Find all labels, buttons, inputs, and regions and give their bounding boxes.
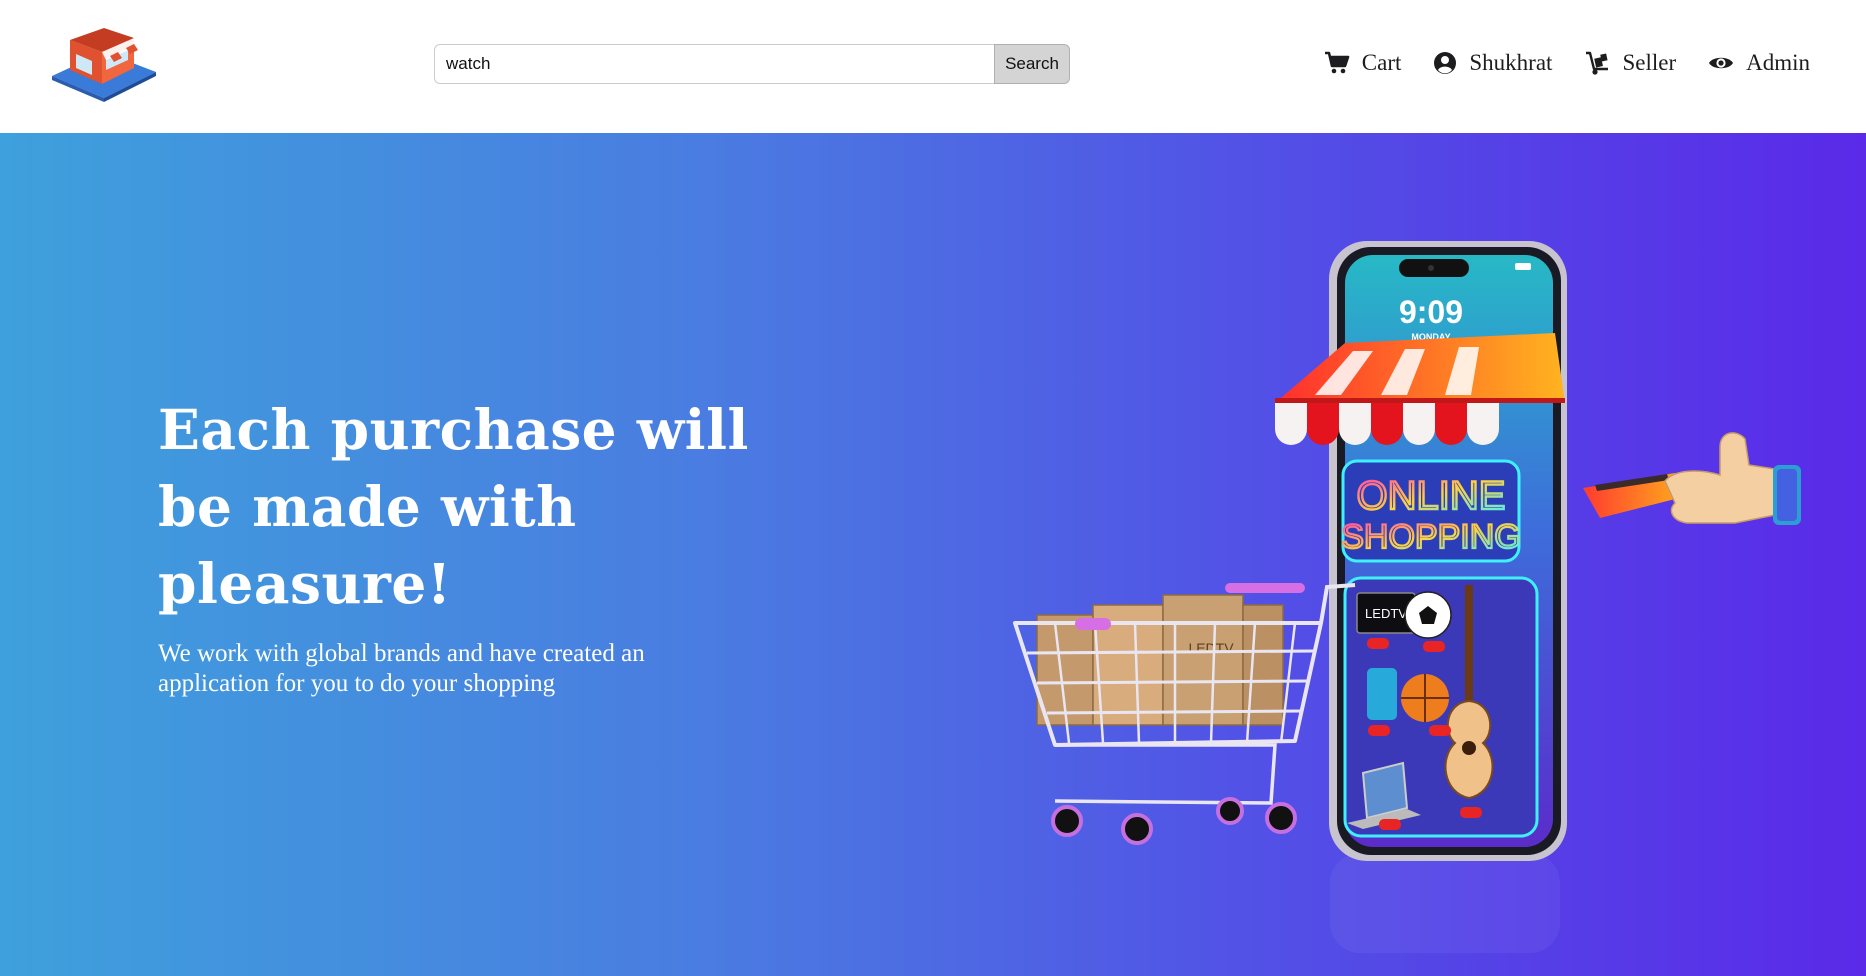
hero-headline: Each purchase will be made with pleasure… [158,397,749,616]
laptop-product [1361,761,1409,820]
product-shelf: LEDTV [1343,576,1539,838]
search-form: Search [434,44,1070,84]
user-circle-icon [1433,51,1457,75]
nav-seller-label: Seller [1622,50,1677,75]
shopping-cart-icon [1324,51,1350,75]
main-nav: Cart Shukhrat Seller Admin [1324,48,1810,78]
search-input[interactable] [434,44,994,84]
nav-seller-link[interactable]: Seller [1584,48,1676,78]
nav-admin-label: Admin [1746,50,1810,75]
neon-sign-line2: SHOPPING [1341,518,1520,556]
phone-reflection [1330,853,1560,953]
nav-cart-label: Cart [1361,50,1402,75]
cart-box-label: LEDTV [1188,640,1234,656]
top-navbar: Search Cart Shukhrat [0,0,1866,133]
online-shopping-neon-sign: ONLINE SHOPPING [1340,459,1522,563]
search-button[interactable]: Search [994,44,1070,84]
hero-banner: Each purchase will be made with pleasure… [0,133,1866,976]
nav-cart-link[interactable]: Cart [1324,48,1402,78]
nav-user-link[interactable]: Shukhrat [1433,48,1552,78]
shopping-bag-product [1367,668,1397,720]
led-tv-label: LEDTV [1365,606,1407,621]
shopping-cart-illustration: LEDTV [1013,583,1356,845]
guitar-product [1465,585,1473,705]
nav-user-label: Shukhrat [1469,50,1553,75]
hero-subtext: We work with global brands and have crea… [158,640,645,697]
store-logo-icon[interactable] [48,24,160,104]
hand-truck-boxes-icon [1584,50,1610,76]
nav-admin-link[interactable]: Admin [1708,48,1810,78]
neon-sign-line1: ONLINE [1357,474,1506,518]
eye-icon [1708,54,1734,72]
online-shopping-illustration: 9:09 MONDAY ONLINE SHOPPING LEDTV LEDTV [975,233,1805,953]
phone-clock: 9:09 [1399,294,1463,330]
credit-card-hand [1583,432,1801,525]
